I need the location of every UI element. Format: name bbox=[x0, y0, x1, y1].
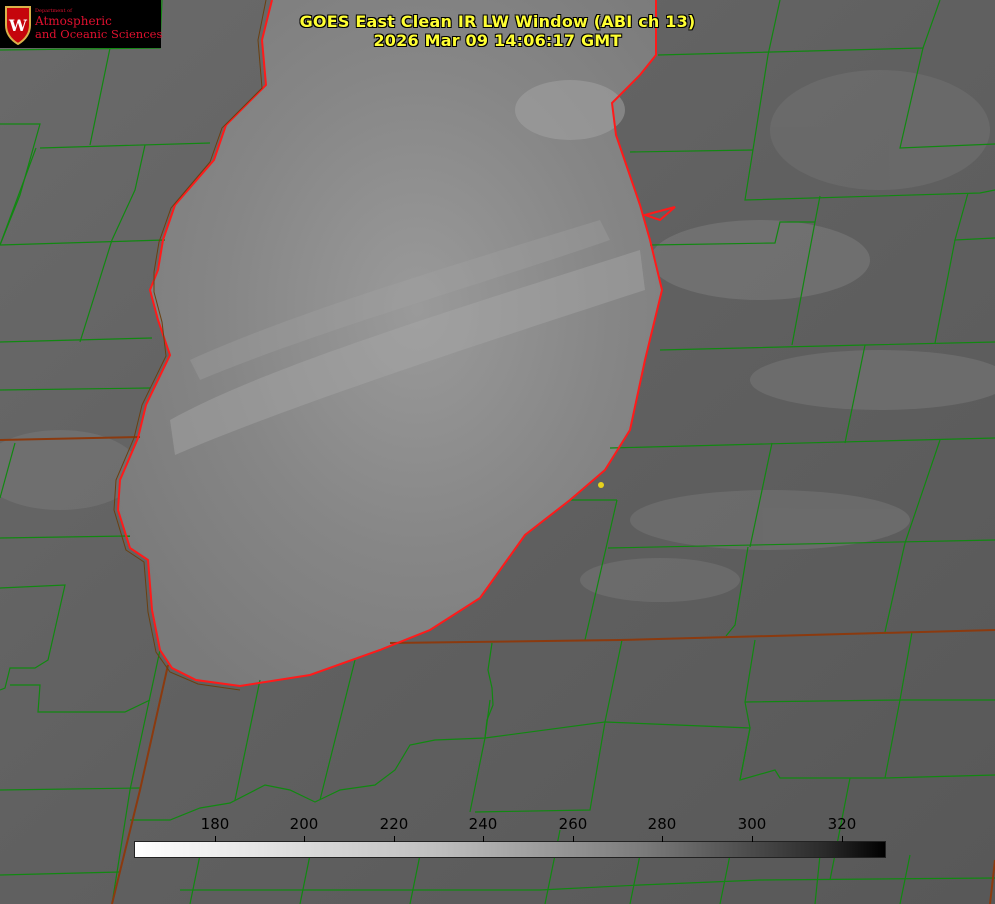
logo-line1-text: Atmospheric bbox=[35, 14, 112, 28]
satellite-map: GOES East Clean IR LW Window (ABI ch 13)… bbox=[0, 0, 995, 904]
uw-crest-icon: W bbox=[5, 6, 31, 45]
station-marker bbox=[598, 482, 604, 488]
crest-letter: W bbox=[8, 16, 28, 35]
logo-line2-text: and Oceanic Sciences bbox=[35, 27, 163, 41]
aos-logo: W Department of Atmospheric and Oceanic … bbox=[0, 0, 163, 48]
map-canvas bbox=[0, 0, 995, 904]
temperature-colorbar bbox=[134, 841, 886, 858]
